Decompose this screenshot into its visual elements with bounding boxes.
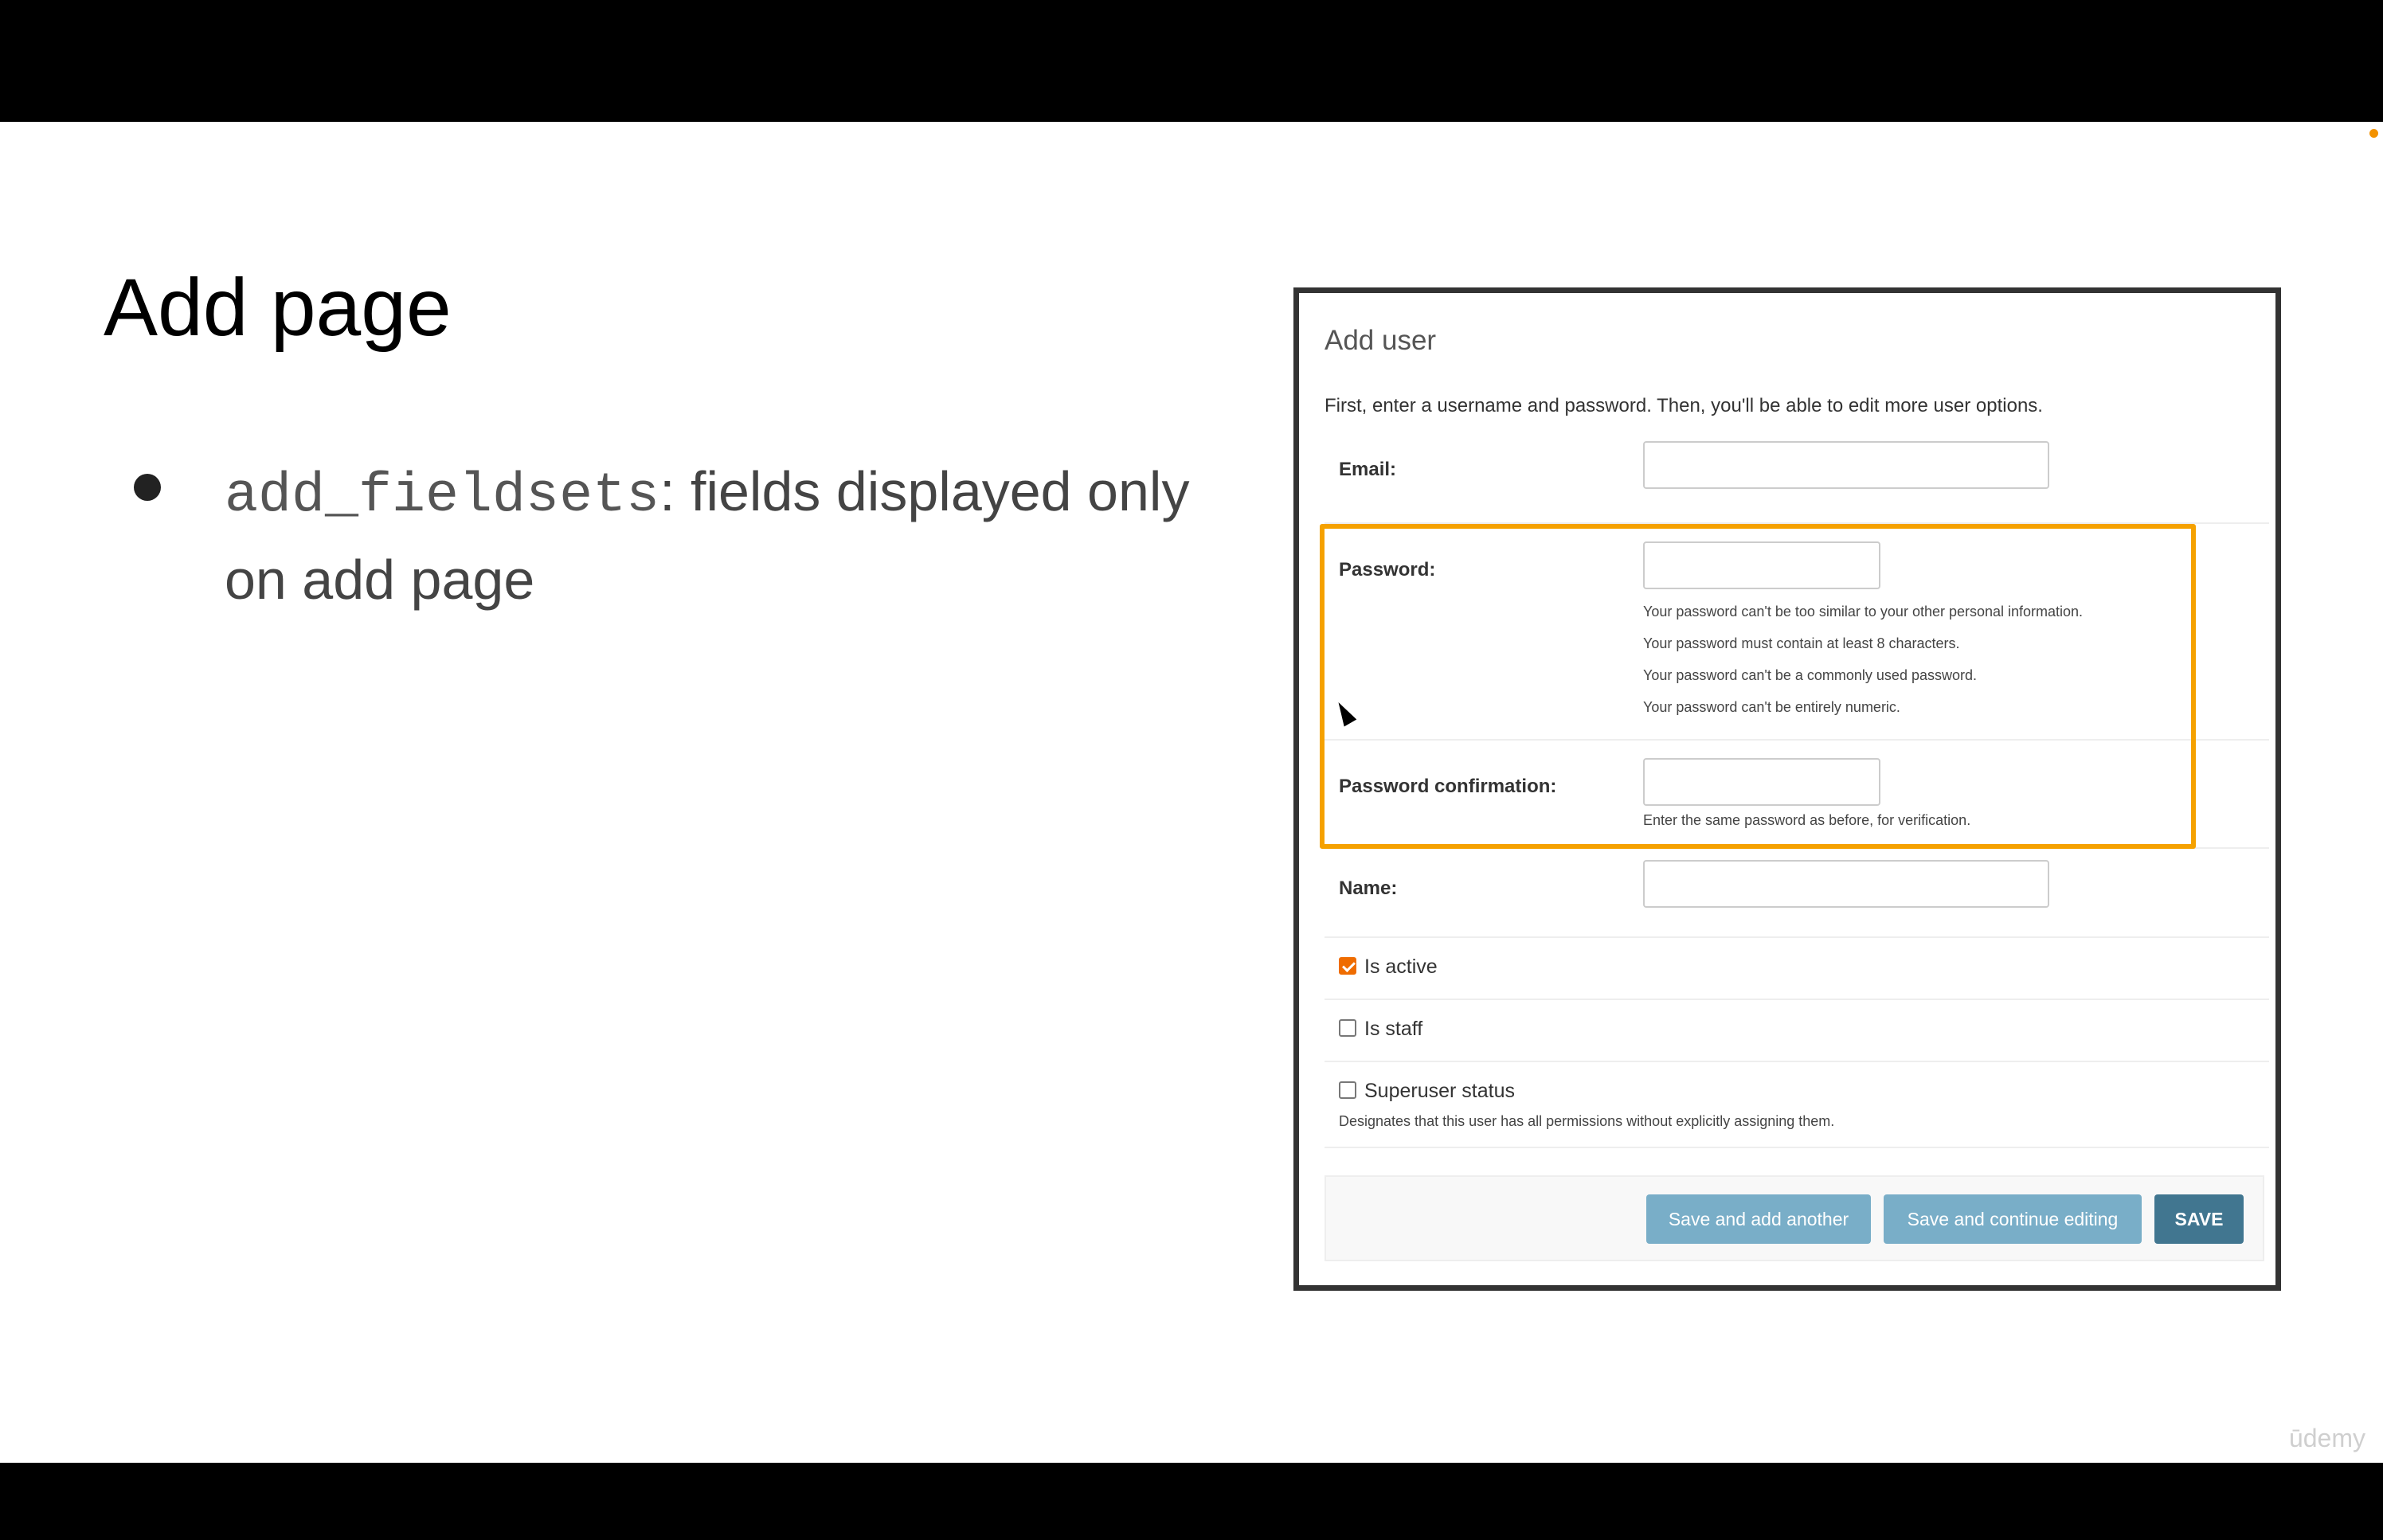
- save-and-continue-button[interactable]: Save and continue editing: [1884, 1194, 2142, 1244]
- admin-form-screenshot: Add user First, enter a username and pas…: [1293, 287, 2281, 1291]
- bullet-item: add_fieldsets: fields displayed only on …: [225, 450, 1204, 621]
- slide-title: Add page: [104, 262, 452, 353]
- name-row: Name:: [1325, 849, 2269, 938]
- highlight-box: [1320, 524, 2196, 849]
- email-label: Email:: [1339, 459, 1397, 480]
- name-label: Name:: [1339, 877, 1398, 899]
- is-active-checkbox[interactable]: [1339, 957, 1356, 975]
- submit-row: Save and add another Save and continue e…: [1325, 1175, 2264, 1261]
- is-active-label: Is active: [1364, 956, 1438, 978]
- form-intro: First, enter a username and password. Th…: [1325, 395, 2043, 416]
- save-button[interactable]: SAVE: [2154, 1194, 2244, 1244]
- is-staff-checkbox[interactable]: [1339, 1019, 1356, 1037]
- progress-dot: [2369, 129, 2378, 138]
- superuser-row: Superuser status Designates that this us…: [1325, 1062, 2269, 1148]
- is-active-row: Is active: [1325, 938, 2269, 1000]
- is-staff-label: Is staff: [1364, 1018, 1423, 1040]
- slide: Add page add_fieldsets: fields displayed…: [0, 122, 2383, 1463]
- name-field[interactable]: [1643, 860, 2049, 908]
- bullet-icon: [134, 474, 161, 501]
- superuser-checkbox[interactable]: [1339, 1081, 1356, 1099]
- email-field[interactable]: [1643, 441, 2049, 489]
- superuser-label: Superuser status: [1364, 1080, 1515, 1102]
- bullet-code: add_fieldsets: [225, 465, 660, 528]
- top-letterbox: [0, 0, 2383, 122]
- udemy-logo: ūdemy: [2288, 1424, 2365, 1452]
- bottom-letterbox: [0, 1463, 2383, 1540]
- is-staff-row: Is staff: [1325, 1000, 2269, 1062]
- save-and-add-another-button[interactable]: Save and add another: [1646, 1194, 1871, 1244]
- form-title: Add user: [1325, 325, 1437, 356]
- email-row: Email:: [1325, 435, 2269, 524]
- superuser-help: Designates that this user has all permis…: [1339, 1113, 1835, 1129]
